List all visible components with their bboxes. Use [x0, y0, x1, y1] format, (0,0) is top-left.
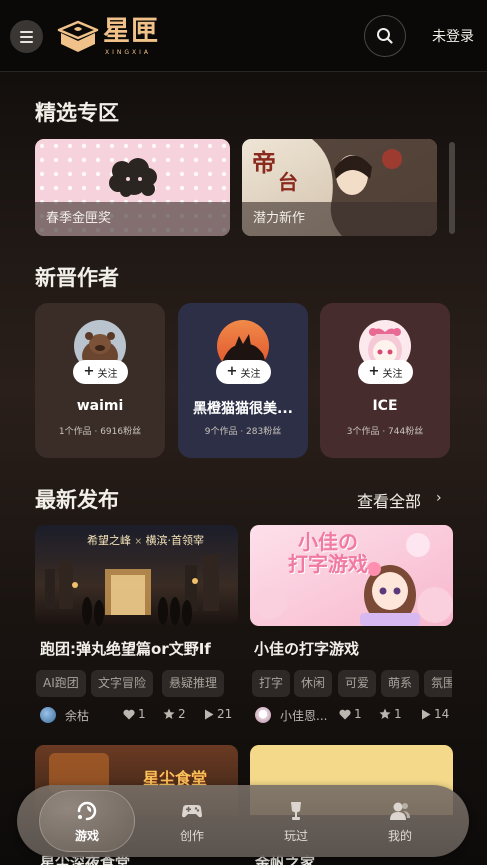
search-icon [377, 28, 393, 44]
game-title[interactable]: 小佳の打字游戏 [254, 638, 454, 659]
follow-button[interactable]: + 关注 [216, 360, 271, 384]
nav-item-create[interactable]: 创作 [147, 785, 237, 857]
gamepad-icon [182, 805, 202, 818]
game-meta: 余枯 1 2 21 [40, 707, 240, 723]
svg-text:台: 台 [278, 170, 298, 194]
author-name: 黑橙猫猫很美... [193, 401, 293, 417]
bottom-nav: 游戏 创作 玩过 我的 [17, 785, 469, 857]
game-cover[interactable]: 希望之峰 × 横滨·首领宰 [35, 525, 238, 626]
nav-item-profile[interactable]: 我的 [355, 785, 445, 857]
cover-caption: 希望之峰 × 横滨·首领宰 [87, 534, 205, 547]
featured-next-card-peek[interactable] [449, 142, 455, 234]
hamburger-icon [20, 30, 33, 43]
game-cover[interactable]: 小佳の 打字游戏 [250, 525, 453, 626]
authors-section-title: 新晋作者 [35, 266, 119, 290]
cover-caption: 小佳の 打字游戏 [288, 530, 368, 576]
box-logo-icon [57, 20, 99, 52]
nav-item-played[interactable]: 玩过 [251, 785, 341, 857]
heart-icon [339, 709, 351, 719]
logo-subtitle: XINGXIA [105, 49, 152, 56]
author-card[interactable]: + 关注 waimi 1个作品 · 6916粉丝 [35, 303, 165, 458]
author-name: waimi [76, 398, 124, 414]
star-icon [379, 708, 391, 719]
nav-item-games[interactable]: 游戏 [42, 785, 132, 857]
search-button[interactable] [364, 15, 406, 57]
login-link[interactable]: 未登录 [432, 26, 474, 46]
author-avatar [40, 707, 56, 723]
game-tag[interactable]: 氛围 [424, 670, 452, 697]
game-tag[interactable]: AI跑团 [36, 670, 86, 697]
featured-card-label: 潜力新作 [242, 202, 437, 236]
heart-icon [123, 709, 135, 719]
nav-label: 创作 [179, 829, 204, 843]
follow-button[interactable]: + 关注 [358, 360, 413, 384]
likes-stat: 1 [123, 707, 146, 721]
featured-card-label: 春季金匣奖 [35, 202, 230, 236]
svg-text:帝: 帝 [252, 148, 276, 177]
play-icon [422, 709, 431, 719]
author-stats: 9个作品 · 283粉丝 [204, 427, 282, 437]
author-card[interactable]: + 关注 ICE 3个作品 · 744粉丝 [320, 303, 450, 458]
author-stats: 3个作品 · 744粉丝 [346, 427, 424, 437]
featured-card-spring-award[interactable]: 春季金匣奖 [35, 139, 230, 236]
game-tag[interactable]: 休闲 [294, 670, 333, 697]
top-bar: 星匣 XINGXIA 未登录 [0, 0, 487, 72]
game-tag[interactable]: 悬疑推理 [162, 670, 225, 697]
view-all-link[interactable]: 查看全部 [357, 488, 421, 512]
user-icon [390, 802, 410, 820]
game-author: 小佳恩... [280, 708, 328, 723]
logo[interactable]: 星匣 XINGXIA [57, 17, 159, 57]
nav-label: 我的 [387, 829, 412, 843]
game-tag[interactable]: 萌系 [381, 670, 420, 697]
star-icon [163, 708, 175, 719]
latest-section-title: 最新发布 [35, 488, 119, 512]
nav-label: 玩过 [283, 829, 308, 843]
favorites-stat: 1 [379, 707, 402, 721]
game-author: 余枯 [65, 708, 90, 723]
game-tag[interactable]: 文字冒险 [91, 670, 154, 697]
featured-card-new-works[interactable]: 帝 台 潜力新作 [242, 139, 437, 236]
likes-stat: 1 [339, 707, 362, 721]
plays-stat: 14 [421, 707, 449, 721]
game-title[interactable]: 跑团:弹丸绝望篇or文野If [40, 638, 240, 659]
favorites-stat: 2 [163, 707, 186, 721]
game-meta: 小佳恩... 1 1 14 [255, 707, 455, 723]
menu-button[interactable] [10, 20, 43, 53]
game-tag[interactable]: 打字 [252, 670, 291, 697]
follow-button[interactable]: + 关注 [73, 360, 128, 384]
featured-section-title: 精选专区 [35, 101, 119, 125]
logo-title: 星匣 [103, 16, 159, 47]
author-name: ICE [372, 398, 398, 414]
game-icon [77, 801, 97, 821]
nav-label: 游戏 [74, 829, 99, 843]
author-stats: 1个作品 · 6916粉丝 [58, 427, 142, 437]
author-avatar [255, 707, 271, 723]
trophy-icon [291, 802, 301, 820]
chevron-right-icon[interactable]: › [436, 490, 442, 506]
play-icon [205, 709, 214, 719]
author-card[interactable]: + 关注 黑橙猫猫很美... 9个作品 · 283粉丝 [178, 303, 308, 458]
plays-stat: 21 [204, 707, 232, 721]
game-tag[interactable]: 可爱 [338, 670, 377, 697]
